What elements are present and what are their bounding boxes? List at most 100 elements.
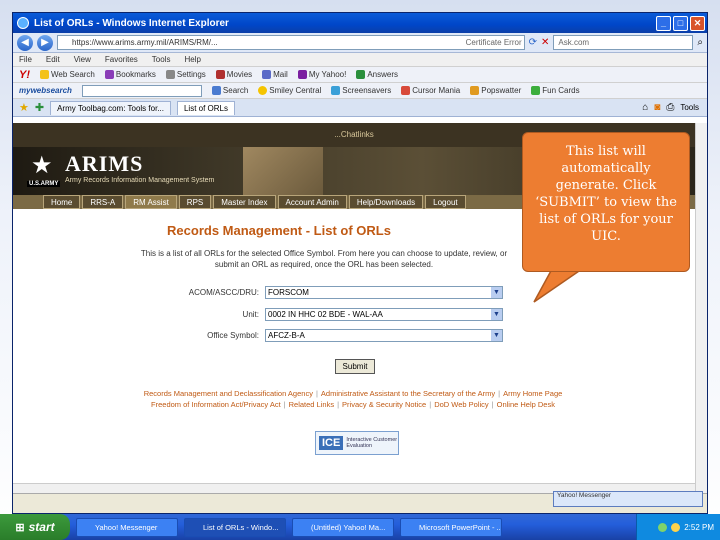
yahoo-toolbar: Y! Web Search Bookmarks Settings Movies … [13, 67, 707, 83]
address-bar: ◀ ▶ https://www.arims.army.mil/ARIMS/RM/… [13, 33, 707, 53]
footer-link-foia[interactable]: Freedom of Information Act/Privacy Act [151, 400, 281, 409]
url-text: https://www.arims.army.mil/ARIMS/RM/... [72, 38, 218, 47]
web-search-button[interactable]: Web Search [40, 70, 95, 79]
footer-link-army-home[interactable]: Army Home Page [503, 389, 562, 398]
office-value: AFCZ-B-A [268, 331, 305, 340]
yahoo-icon [297, 70, 307, 79]
start-button[interactable]: ⊞ start [0, 514, 70, 540]
menu-help[interactable]: Help [184, 55, 200, 64]
footer-link-dod-policy[interactable]: DoD Web Policy [434, 400, 488, 409]
search-icon[interactable]: ⌕ [697, 37, 703, 48]
footer-link-help-desk[interactable]: Online Help Desk [497, 400, 555, 409]
mail-icon [262, 70, 272, 79]
nav-rrs-a[interactable]: RRS-A [82, 195, 124, 209]
nav-logout[interactable]: Logout [425, 195, 466, 209]
movie-icon [215, 70, 225, 79]
movies-button[interactable]: Movies [215, 70, 252, 79]
us-army-label: U.S.ARMY [27, 181, 61, 187]
yahoo-logo[interactable]: Y! [19, 69, 30, 81]
acom-select[interactable]: FORSCOM ▼ [265, 286, 503, 299]
intro-text: This is a list of all ORLs for the selec… [140, 249, 508, 269]
footer-row-1: Records Management and Declassification … [143, 389, 563, 398]
volume-icon[interactable] [671, 522, 681, 532]
home-icon[interactable]: ⌂ [642, 102, 648, 113]
nav-rm-assist[interactable]: RM Assist [125, 195, 177, 209]
messenger-popup[interactable]: Yahoo! Messenger [553, 491, 703, 507]
unit-row: Unit: 0002 IN HHC 02 BDE - WAL-AA ▼ [143, 308, 503, 321]
answers-button[interactable]: Answers [356, 70, 398, 79]
unit-select[interactable]: 0002 IN HHC 02 BDE - WAL-AA ▼ [265, 308, 503, 321]
cursor-icon [401, 86, 411, 95]
nav-help-downloads[interactable]: Help/Downloads [348, 195, 424, 209]
add-favorites-icon[interactable]: ✚ [35, 101, 44, 114]
search-icon [211, 86, 221, 95]
acom-value: FORSCOM [268, 288, 309, 297]
unit-value: 0002 IN HHC 02 BDE - WAL-AA [268, 310, 383, 319]
ice-text: Interactive Customer Evaluation [346, 437, 398, 449]
footer-link-privacy[interactable]: Privacy & Security Notice [342, 400, 426, 409]
footer-link-aasa[interactable]: Administrative Assistant to the Secretar… [321, 389, 495, 398]
menu-favorites[interactable]: Favorites [105, 55, 138, 64]
task-yahoo-messenger[interactable]: Yahoo! Messenger [76, 517, 178, 537]
popswatter-button[interactable]: Popswatter [470, 86, 521, 95]
menu-tools[interactable]: Tools [152, 55, 171, 64]
task-powerpoint[interactable]: Microsoft PowerPoint - ... [400, 517, 502, 537]
ice-badge[interactable]: ICE Interactive Customer Evaluation [315, 431, 399, 455]
mws-search-button[interactable]: Search [211, 86, 248, 95]
url-input[interactable]: https://www.arims.army.mil/ARIMS/RM/... … [57, 35, 525, 50]
arims-subtitle: Army Records Information Management Syst… [65, 177, 215, 184]
vertical-scrollbar[interactable] [695, 123, 707, 493]
my-yahoo-button[interactable]: My Yahoo! [297, 70, 346, 79]
window-title: List of ORLs - Windows Internet Explorer [34, 17, 229, 29]
nav-master-index[interactable]: Master Index [213, 195, 276, 209]
task-list-of-orls[interactable]: List of ORLs - Windo... [184, 517, 286, 537]
menu-edit[interactable]: Edit [46, 55, 60, 64]
network-icon[interactable] [658, 522, 668, 532]
menu-bar: File Edit View Favorites Tools Help [13, 53, 707, 67]
acom-row: ACOM/ASCC/DRU: FORSCOM ▼ [143, 286, 503, 299]
unit-label: Unit: [242, 310, 259, 319]
mws-search-input[interactable] [81, 84, 202, 97]
mail-button[interactable]: Mail [262, 70, 288, 79]
title-bar: List of ORLs - Windows Internet Explorer… [13, 13, 707, 33]
stop-icon[interactable]: ✕ [541, 37, 549, 48]
tools-menu[interactable]: Tools [680, 103, 699, 112]
cursor-mania-button[interactable]: Cursor Mania [401, 86, 460, 95]
feeds-icon[interactable]: ◙ [654, 102, 660, 113]
refresh-icon[interactable]: ⟳ [529, 37, 537, 48]
footer-link-rmda[interactable]: Records Management and Declassification … [144, 389, 313, 398]
task-yahoo-mail[interactable]: (Untitled) Yahoo! Ma... [292, 517, 394, 537]
close-button[interactable]: ✕ [690, 15, 705, 31]
maximize-button[interactable]: □ [673, 15, 688, 31]
certificate-error[interactable]: Certificate Error [466, 36, 522, 49]
screensavers-button[interactable]: Screensavers [331, 86, 391, 95]
office-select[interactable]: AFCZ-B-A ▼ [265, 329, 503, 342]
tab-list-of-orls[interactable]: List of ORLs [176, 100, 235, 115]
print-icon[interactable]: ⎙ [666, 102, 674, 113]
forward-button[interactable]: ▶ [37, 34, 53, 51]
nav-rps[interactable]: RPS [178, 195, 212, 209]
submit-button[interactable]: Submit [335, 359, 375, 374]
chevron-down-icon[interactable]: ▼ [491, 330, 502, 341]
nav-home[interactable]: Home [43, 195, 81, 209]
tab-bar: ★ ✚ Army Toolbag.com: Tools for... List … [13, 99, 707, 117]
search-input[interactable]: Ask.com [553, 35, 694, 50]
callout-box: This list will automatically generate. C… [522, 132, 690, 272]
office-row: Office Symbol: AFCZ-B-A ▼ [143, 329, 503, 342]
bookmarks-button[interactable]: Bookmarks [104, 70, 156, 79]
bookmark-icon [104, 70, 114, 79]
tab-army-toolbag[interactable]: Army Toolbag.com: Tools for... [50, 100, 171, 115]
smiley-central-button[interactable]: Smiley Central [258, 86, 321, 95]
mywebsearch-logo[interactable]: mywebsearch [19, 86, 72, 95]
chevron-down-icon[interactable]: ▼ [491, 309, 502, 320]
footer-link-related[interactable]: Related Links [289, 400, 334, 409]
menu-file[interactable]: File [19, 55, 32, 64]
favorites-star-icon[interactable]: ★ [19, 101, 29, 114]
chevron-down-icon[interactable]: ▼ [491, 287, 502, 298]
fun-cards-button[interactable]: Fun Cards [531, 86, 580, 95]
back-button[interactable]: ◀ [17, 34, 33, 51]
menu-view[interactable]: View [74, 55, 91, 64]
settings-button[interactable]: Settings [165, 70, 206, 79]
minimize-button[interactable]: _ [656, 15, 671, 31]
nav-account-admin[interactable]: Account Admin [277, 195, 347, 209]
